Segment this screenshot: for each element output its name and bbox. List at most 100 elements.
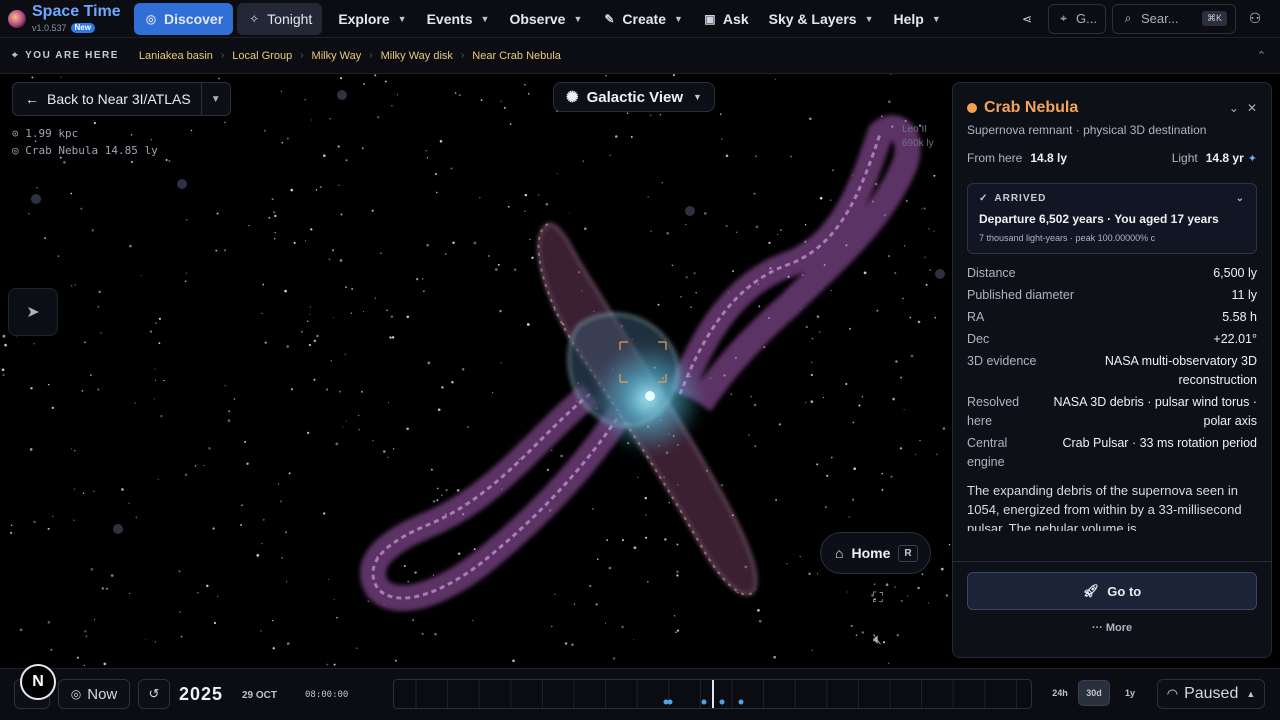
fact-key: 3D evidence xyxy=(967,354,1037,368)
observe-menu[interactable]: Observe ▼ xyxy=(499,3,592,35)
object-status-dot xyxy=(967,103,977,113)
scale-1y-button[interactable]: 1y xyxy=(1114,680,1146,706)
from-here-value: 14.8 ly xyxy=(1030,151,1068,165)
target-icon: ⊙ xyxy=(12,127,26,140)
now-label: Now xyxy=(87,685,118,703)
chevron-down-icon: ▼ xyxy=(931,13,941,24)
home-label: Home xyxy=(851,545,891,561)
readout-distance: 1.99 kpc xyxy=(25,127,79,140)
breadcrumb-item[interactable]: Milky Way disk xyxy=(373,50,461,62)
you-are-here-label: YOU ARE HERE xyxy=(25,50,119,61)
chevron-down-icon: ▼ xyxy=(397,13,407,24)
north-compass[interactable]: N xyxy=(20,664,56,700)
timeline-scrubber[interactable] xyxy=(393,679,1032,709)
fact-key: Published diameter xyxy=(967,288,1075,302)
fact-value: 6,500 ly xyxy=(1213,266,1257,280)
pause-icon: ◠ xyxy=(1166,686,1179,701)
arrival-summary: Departure 6,502 years · You aged 17 year… xyxy=(979,212,1219,226)
ask-button[interactable]: ▣ Ask xyxy=(693,3,759,35)
scale-24h-button[interactable]: 24h xyxy=(1044,680,1076,706)
events-menu[interactable]: Events ▼ xyxy=(417,3,500,35)
tonight-button[interactable]: ✧ Tonight xyxy=(237,2,323,35)
fact-row: Central engine Crab Pulsar · 33 ms rotati… xyxy=(967,434,1257,472)
top-bar: Space Time v1.0.537 New ◎ Discover ✧ Ton… xyxy=(0,0,1280,38)
paused-label: Paused xyxy=(1184,685,1239,702)
current-time[interactable]: 08:00:00 xyxy=(305,690,348,700)
view-mode-label: Galactic View xyxy=(586,88,684,106)
breadcrumb-item[interactable]: Milky Way xyxy=(304,50,370,62)
breadcrumb-item[interactable]: Local Group xyxy=(224,50,300,62)
breadcrumb-item[interactable]: Laniakea basin xyxy=(131,50,221,62)
arrival-status: ARRIVED xyxy=(994,193,1047,204)
chevron-down-icon: ▼ xyxy=(210,93,221,105)
position-readout: ⊙ 1.99 kpc ◎ Crab Nebula 14.85 ly xyxy=(12,125,158,159)
background-object-name: Leo II xyxy=(902,124,928,135)
search-shortcut: ⌘K xyxy=(1201,11,1227,26)
arrival-card[interactable]: ✓ ARRIVED ⌄ Departure 6,502 years · You … xyxy=(967,183,1257,254)
now-button[interactable]: ◎ Now xyxy=(58,679,130,709)
readout-target: Crab Nebula 14.85 ly xyxy=(25,144,158,157)
share-icon[interactable]: ⋖ xyxy=(1012,4,1042,34)
sky-layers-menu[interactable]: Sky & Layers ▼ xyxy=(759,3,884,35)
go-to-button[interactable]: 🚀︎ Go to xyxy=(967,572,1257,610)
chevron-down-icon: ▼ xyxy=(693,92,702,102)
fact-value: 11 ly xyxy=(1231,288,1257,302)
close-icon[interactable]: ✕ xyxy=(1247,101,1257,115)
create-menu[interactable]: ✎ Create ▼ xyxy=(592,3,693,35)
home-icon: ⌂ xyxy=(835,545,844,561)
collapse-icon[interactable]: ⌃ xyxy=(1257,49,1266,62)
location-button[interactable]: ⌖ G... xyxy=(1048,3,1106,34)
chevron-down-icon[interactable]: ⌄ xyxy=(1229,101,1239,115)
time-controls: N ◎ Now ↺ 2025 29 OCT 08:00:00 24h 30d 1… xyxy=(0,664,1280,720)
target-icon: ◎ xyxy=(12,144,26,157)
timeline-event-dot xyxy=(719,699,725,705)
fact-row: Published diameter 11 ly xyxy=(967,286,1257,305)
fact-key: Central engine xyxy=(967,436,1008,469)
back-button[interactable]: ← Back to Near 3I/ATLAS xyxy=(13,83,202,115)
home-shortcut: R xyxy=(898,544,918,562)
playback-toggle[interactable]: ◠ Paused ▲ xyxy=(1157,679,1265,709)
app-logo[interactable]: Space Time v1.0.537 New xyxy=(0,4,130,33)
fact-value: +22.01° xyxy=(1213,332,1257,346)
search-input[interactable]: ⌕ Sear... ⌘K xyxy=(1112,3,1236,34)
more-button[interactable]: ··· More xyxy=(953,622,1271,634)
fact-key: RA xyxy=(967,310,985,324)
current-date[interactable]: 29 OCT xyxy=(242,690,277,701)
scale-30d-button[interactable]: 30d xyxy=(1078,680,1110,706)
sparkle-icon: ✧ xyxy=(249,11,260,26)
arrival-detail: 7 thousand light-years · peak 100.00000%… xyxy=(979,233,1156,243)
search-icon: ⌕ xyxy=(1124,11,1132,25)
chevron-down-icon: ▼ xyxy=(864,13,874,24)
user-icon[interactable]: ⚇ xyxy=(1242,4,1268,34)
explore-menu[interactable]: Explore ▼ xyxy=(328,3,416,35)
fact-row: Dec +22.01° xyxy=(967,330,1257,349)
background-object-label[interactable]: Leo II 690k ly xyxy=(902,123,934,151)
north-label: N xyxy=(32,673,44,690)
create-label: Create xyxy=(622,10,666,27)
galaxy-icon: ✺ xyxy=(566,89,579,106)
pen-icon: ✎ xyxy=(604,11,615,26)
home-button[interactable]: ⌂ Home R xyxy=(820,532,931,574)
back-button-group: ← Back to Near 3I/ATLAS ▼ xyxy=(12,82,231,116)
fact-row: 3D evidence NASA multi-observatory 3D rec… xyxy=(967,352,1257,390)
fact-value: Crab Pulsar · 33 ms rotation period xyxy=(1062,436,1257,450)
history-button[interactable]: ↺ xyxy=(138,679,170,709)
object-title: Crab Nebula xyxy=(984,99,1079,116)
breadcrumb-item[interactable]: Near Crab Nebula xyxy=(464,50,569,62)
help-menu[interactable]: Help ▼ xyxy=(883,3,950,35)
object-subtitle: Supernova remnant · physical 3D destinat… xyxy=(967,123,1207,137)
current-year[interactable]: 2025 xyxy=(179,684,223,705)
light-value: 14.8 yr xyxy=(1205,151,1244,165)
mute-icon[interactable]: 🔇︎ xyxy=(873,631,882,648)
light-travel-icon[interactable]: ✦ xyxy=(1248,152,1257,165)
fullscreen-icon[interactable]: ⛶ xyxy=(873,589,883,606)
back-history-dropdown[interactable]: ▼ xyxy=(202,94,230,105)
view-mode-selector[interactable]: ✺ Galactic View ▼ xyxy=(553,82,715,112)
location-label: G... xyxy=(1076,11,1097,26)
fact-key: Distance xyxy=(967,266,1016,280)
fact-value: 5.58 h xyxy=(1222,310,1257,324)
discover-button[interactable]: ◎ Discover xyxy=(134,2,234,35)
scale-label: 1y xyxy=(1124,688,1135,698)
explore-label: Explore xyxy=(338,10,390,27)
pointer-tool-button[interactable]: ➤ xyxy=(8,288,58,336)
